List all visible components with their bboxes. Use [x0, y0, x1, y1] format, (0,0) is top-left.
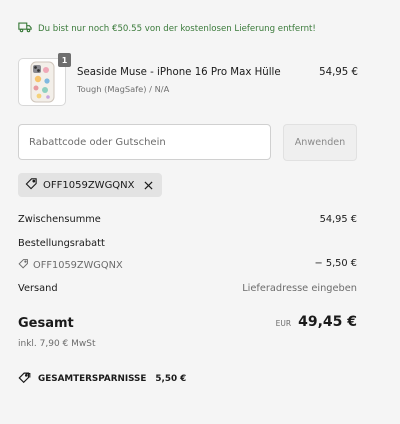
free-shipping-text: Du bist nur noch €50.55 von der kostenlo…: [38, 23, 316, 34]
order-discount-code: OFF1059ZWGQNX: [33, 259, 123, 271]
close-icon: [144, 180, 153, 190]
total-amount: EUR 49,45 €: [276, 314, 357, 330]
shipping-row: Versand Lieferadresse eingeben: [18, 283, 357, 294]
remove-discount-button[interactable]: [142, 178, 156, 192]
order-discount-value: − 5,50 €: [314, 258, 357, 269]
shipping-label: Versand: [18, 283, 58, 294]
total-savings: GESAMTERSPARNISSE 5,50 €: [18, 371, 186, 387]
subtotal-label: Zwischensumme: [18, 214, 101, 225]
subtotal-row: Zwischensumme 54,95 €: [18, 214, 357, 225]
product-variant: Tough (MagSafe) / N/A: [77, 84, 170, 94]
tag-icon: [25, 177, 38, 193]
applied-discount-code: OFF1059ZWGQNX: [43, 179, 135, 191]
order-discount-code-row: OFF1059ZWGQNX − 5,50 €: [18, 258, 357, 272]
tax-note: inkl. 7,90 € MwSt: [18, 339, 96, 349]
product-price: 54,95 €: [319, 67, 358, 78]
total-currency: EUR: [275, 319, 292, 328]
subtotal-value: 54,95 €: [319, 214, 357, 225]
shipping-value: Lieferadresse eingeben: [242, 283, 357, 294]
cart-item: 1 Seaside Muse - iPhone 16 Pro Max Hülle…: [18, 53, 358, 106]
total-label: Gesamt: [18, 316, 74, 331]
tag-icon: [18, 371, 32, 387]
savings-label: GESAMTERSPARNISSE: [38, 374, 147, 384]
quantity-badge: 1: [58, 53, 71, 67]
savings-value: 5,50 €: [155, 374, 187, 384]
applied-discount-chip: OFF1059ZWGQNX: [18, 173, 162, 197]
order-discount-label: Bestellungsrabatt: [18, 238, 105, 249]
free-shipping-banner: Du bist nur noch €50.55 von der kostenlo…: [18, 21, 316, 36]
discount-code-input[interactable]: [18, 124, 271, 160]
total-value: 49,45 €: [298, 314, 357, 330]
order-discount-row: Bestellungsrabatt: [18, 238, 357, 249]
apply-discount-button[interactable]: Anwenden: [283, 124, 357, 161]
tag-icon: [18, 258, 29, 272]
delivery-truck-icon: [18, 21, 32, 36]
product-title: Seaside Muse - iPhone 16 Pro Max Hülle: [77, 67, 281, 78]
